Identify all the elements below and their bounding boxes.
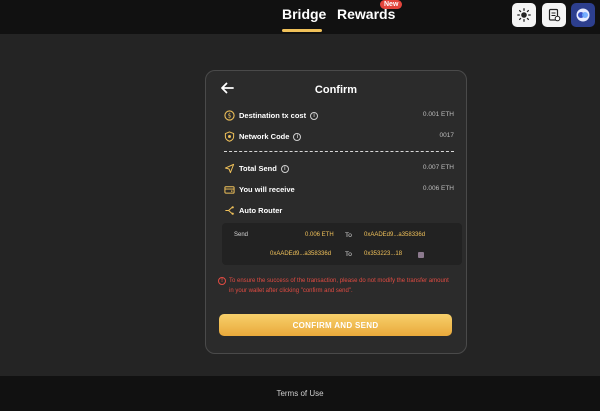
destination-tx-cost-row: $ Destination tx cost i 0.001 ETH <box>224 110 454 124</box>
total-send-value: 0.007 ETH <box>422 164 454 171</box>
info-icon[interactable]: i <box>293 133 302 142</box>
copy-icon[interactable] <box>418 252 424 258</box>
document-icon <box>548 8 561 22</box>
network-code-label: Network Code <box>239 132 290 141</box>
tab-bridge[interactable]: Bridge <box>282 6 326 22</box>
send-icon <box>224 163 235 174</box>
footer: Terms of Use <box>0 376 600 411</box>
router-icon <box>225 206 234 215</box>
warning-message: ! To ensure the success of the transacti… <box>218 276 454 296</box>
route-to-address-2[interactable]: 0x353223...18 <box>364 251 402 257</box>
you-will-receive-value: 0.006 ETH <box>422 185 454 192</box>
card-title: Confirm <box>314 84 358 96</box>
theme-toggle-button[interactable] <box>512 3 536 27</box>
auto-router-row: Auto Router <box>224 205 454 219</box>
total-send-row: Total Send i 0.007 ETH <box>224 163 454 177</box>
you-will-receive-row: You will receive 0.006 ETH <box>224 184 454 198</box>
route-details: Send 0.006 ETH To 0xAADEd9...a358336d 0x… <box>222 223 462 265</box>
destination-tx-cost-label: Destination tx cost <box>239 111 307 120</box>
coin-icon: $ <box>224 110 235 121</box>
new-badge: New <box>380 0 403 9</box>
auto-router-label: Auto Router <box>239 206 283 215</box>
sun-icon <box>517 8 531 22</box>
route-to-address[interactable]: 0xAADEd9...a358336d <box>364 232 425 238</box>
route-send-label: Send <box>234 232 249 238</box>
wallet-receive-icon <box>224 186 235 194</box>
docs-button[interactable] <box>542 3 566 27</box>
shield-icon <box>224 131 235 142</box>
you-will-receive-label: You will receive <box>239 185 295 194</box>
section-divider <box>224 151 454 152</box>
network-code-row: Network Code i 0017 <box>224 131 454 145</box>
confirm-and-send-button[interactable]: CONFIRM AND SEND <box>219 314 452 336</box>
wallet-button[interactable] <box>571 3 595 27</box>
info-icon[interactable]: i <box>310 112 319 121</box>
route-to-label: To <box>345 232 352 239</box>
svg-text:$: $ <box>228 113 232 120</box>
wallet-icon <box>576 8 590 22</box>
active-tab-indicator <box>282 29 322 32</box>
terms-of-use-link[interactable]: Terms of Use <box>276 389 323 398</box>
route-from-address[interactable]: 0xAADEd9...a358336d <box>270 251 331 257</box>
top-navigation-bar: Bridge Rewards New <box>0 0 600 34</box>
route-send-amount: 0.006 ETH <box>305 232 334 238</box>
warning-icon: ! <box>218 277 226 285</box>
warning-text: To ensure the success of the transaction… <box>229 278 449 294</box>
info-icon[interactable]: i <box>280 165 289 174</box>
total-send-label: Total Send <box>239 164 277 173</box>
destination-tx-cost-value: 0.001 ETH <box>422 111 454 118</box>
confirm-card: Confirm $ Destination tx cost i 0.001 ETH… <box>205 70 467 354</box>
network-code-value: 0017 <box>439 132 454 139</box>
route-to-label-2: To <box>345 251 352 258</box>
